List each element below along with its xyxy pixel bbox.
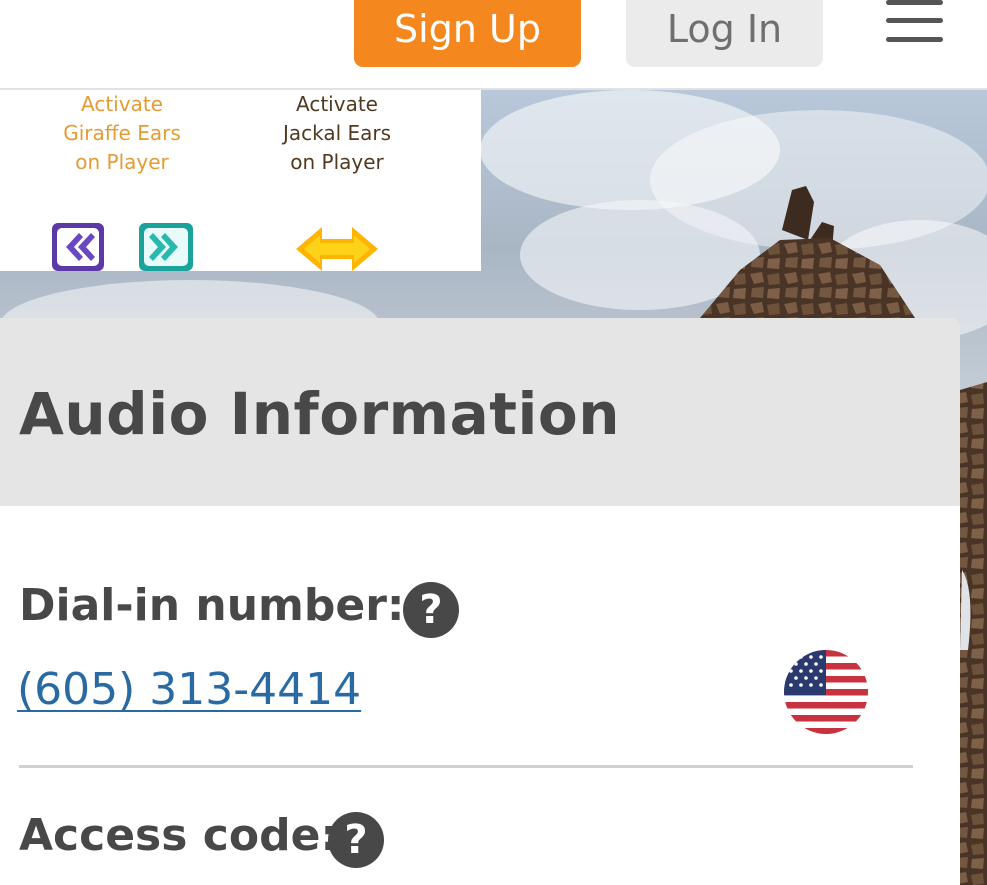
audio-information-card: Audio Information Dial-in number: ? (605…	[0, 318, 960, 885]
jackal-ears-caption: Activate Jackal Ears on Player	[282, 92, 392, 174]
hamburger-menu-icon[interactable]	[884, 0, 944, 46]
dial-in-number-link[interactable]: (605) 313-4414	[17, 664, 361, 715]
access-code-help-icon[interactable]: ?	[328, 812, 384, 868]
sign-up-button[interactable]: Sign Up	[354, 0, 581, 67]
access-code-label: Access code:	[19, 810, 338, 861]
card-title: Audio Information	[19, 380, 620, 448]
rewind-icon	[52, 223, 104, 271]
dial-in-help-icon[interactable]: ?	[403, 582, 459, 638]
divider	[19, 765, 913, 768]
fast-forward-icon	[139, 223, 193, 271]
dial-in-label: Dial-in number:	[19, 580, 405, 631]
giraffe-ears-caption: Activate Giraffe Ears on Player	[63, 92, 181, 174]
log-in-button[interactable]: Log In	[626, 0, 823, 67]
card-header: Audio Information	[0, 318, 960, 506]
us-flag-icon[interactable]	[784, 650, 868, 734]
top-header: Sign Up Log In	[0, 0, 987, 90]
double-arrow-icon	[296, 227, 378, 271]
ear-activation-image: Activate Giraffe Ears on Player Activate…	[0, 90, 481, 271]
